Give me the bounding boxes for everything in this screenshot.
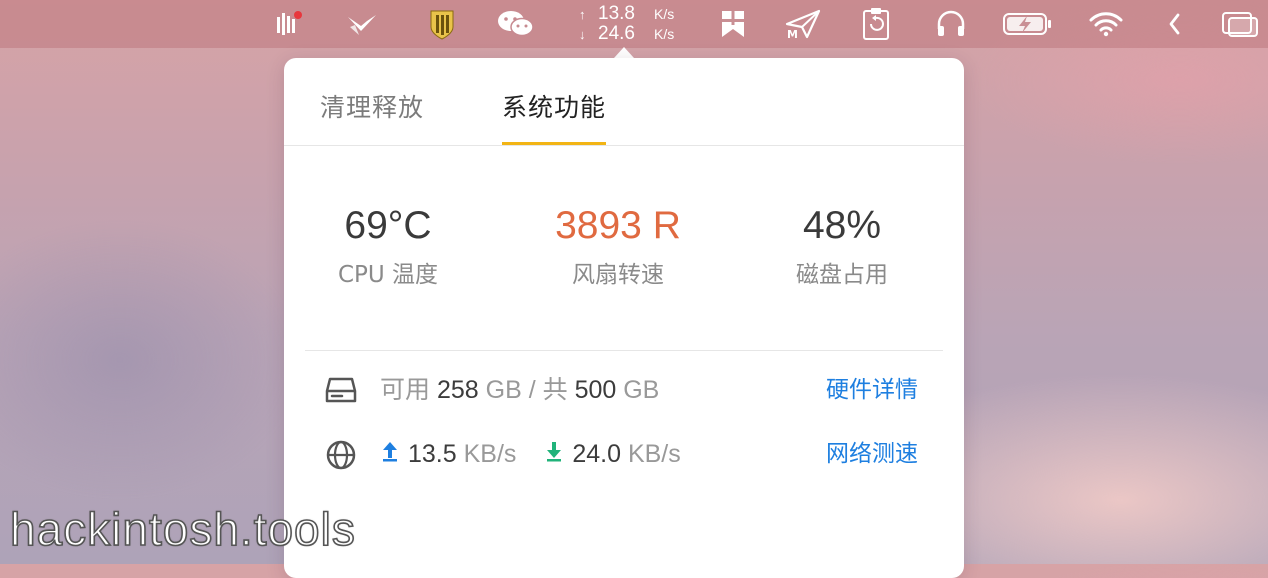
tab-bar: 清理释放 系统功能 — [284, 58, 964, 146]
disk-available-prefix: 可用 — [380, 376, 431, 404]
tab-cleanup[interactable]: 清理释放 — [320, 86, 424, 145]
cpu-temperature-label: CPU 温度 — [337, 262, 439, 288]
menu-bar: ↑ 13.8 K/s ↓ 24.6 K/s M — [0, 0, 1268, 48]
bookmark-icon[interactable] — [716, 0, 750, 48]
shield-icon[interactable] — [424, 0, 460, 48]
network-speed-test-link[interactable]: 网络测速 — [826, 434, 918, 474]
disk-usage-label: 磁盘占用 — [796, 262, 888, 288]
cpu-temperature-value: 69°C — [344, 204, 432, 247]
cpu-temperature-stat: 69°C CPU 温度 — [278, 198, 498, 292]
menubar-download-speed: 24.6 — [598, 23, 635, 44]
fan-speed-stat: 3893 R 风扇转速 — [508, 198, 728, 292]
stats-icon[interactable] — [270, 0, 306, 48]
wechat-icon[interactable] — [494, 0, 538, 48]
disk-usage-stat: 48% 磁盘占用 — [732, 198, 952, 292]
download-speed-value: 24.0 — [572, 440, 621, 468]
chevron-left-icon[interactable] — [1162, 0, 1186, 48]
battery-charging-icon[interactable] — [1000, 0, 1056, 48]
hard-drive-icon — [324, 375, 358, 405]
clipboard-history-icon[interactable] — [858, 0, 894, 48]
network-speed-text: 13.5 KB/s 24.0 KB/s — [380, 434, 681, 474]
menubar-upload-speed: 13.8 — [598, 3, 635, 24]
send-icon[interactable]: M — [784, 0, 822, 48]
disk-available-unit: GB / 共 — [485, 376, 568, 404]
disk-total-unit: GB — [623, 376, 660, 404]
menubar-download-unit: K/s — [654, 26, 675, 42]
headphones-icon[interactable] — [932, 0, 970, 48]
disk-capacity-text: 可用 258 GB / 共 500 GB — [380, 370, 659, 410]
network-speed-indicator[interactable]: ↑ 13.8 K/s ↓ 24.6 K/s — [576, 4, 686, 46]
upload-speed-value: 13.5 — [408, 440, 457, 468]
upload-icon — [380, 435, 400, 475]
svg-text:M: M — [787, 28, 798, 40]
fan-speed-label: 风扇转速 — [572, 262, 664, 288]
download-arrow-icon: ↓ — [579, 27, 586, 42]
tab-system-functions[interactable]: 系统功能 — [502, 86, 607, 145]
disk-total-value: 500 — [574, 376, 617, 404]
upload-arrow-icon: ↑ — [579, 7, 586, 22]
network-row: 13.5 KB/s 24.0 KB/s 网络测速 — [284, 434, 964, 474]
screens-icon[interactable] — [1218, 0, 1262, 48]
upload-speed-unit: KB/s — [463, 440, 517, 468]
watermark: hackintosh.tools — [9, 502, 356, 556]
paper-plane-logo-icon[interactable] — [342, 0, 382, 48]
popover-notch — [614, 47, 634, 58]
divider — [305, 350, 943, 351]
disk-row: 可用 258 GB / 共 500 GB 硬件详情 — [284, 370, 964, 410]
disk-available-value: 258 — [436, 376, 479, 404]
stats-panel: 69°C CPU 温度 3893 R 风扇转速 48% 磁盘占用 — [284, 198, 964, 308]
system-monitor-popover: 清理释放 系统功能 69°C CPU 温度 3893 R 风扇转速 48% 磁盘… — [284, 58, 964, 578]
wifi-icon[interactable] — [1086, 0, 1126, 48]
download-speed-unit: KB/s — [627, 440, 681, 468]
fan-speed-value: 3893 R — [555, 204, 681, 247]
disk-usage-value: 48% — [802, 204, 882, 247]
hardware-details-link[interactable]: 硬件详情 — [826, 370, 918, 410]
globe-icon — [324, 439, 358, 470]
menubar-upload-unit: K/s — [654, 6, 675, 22]
download-icon — [544, 435, 564, 475]
